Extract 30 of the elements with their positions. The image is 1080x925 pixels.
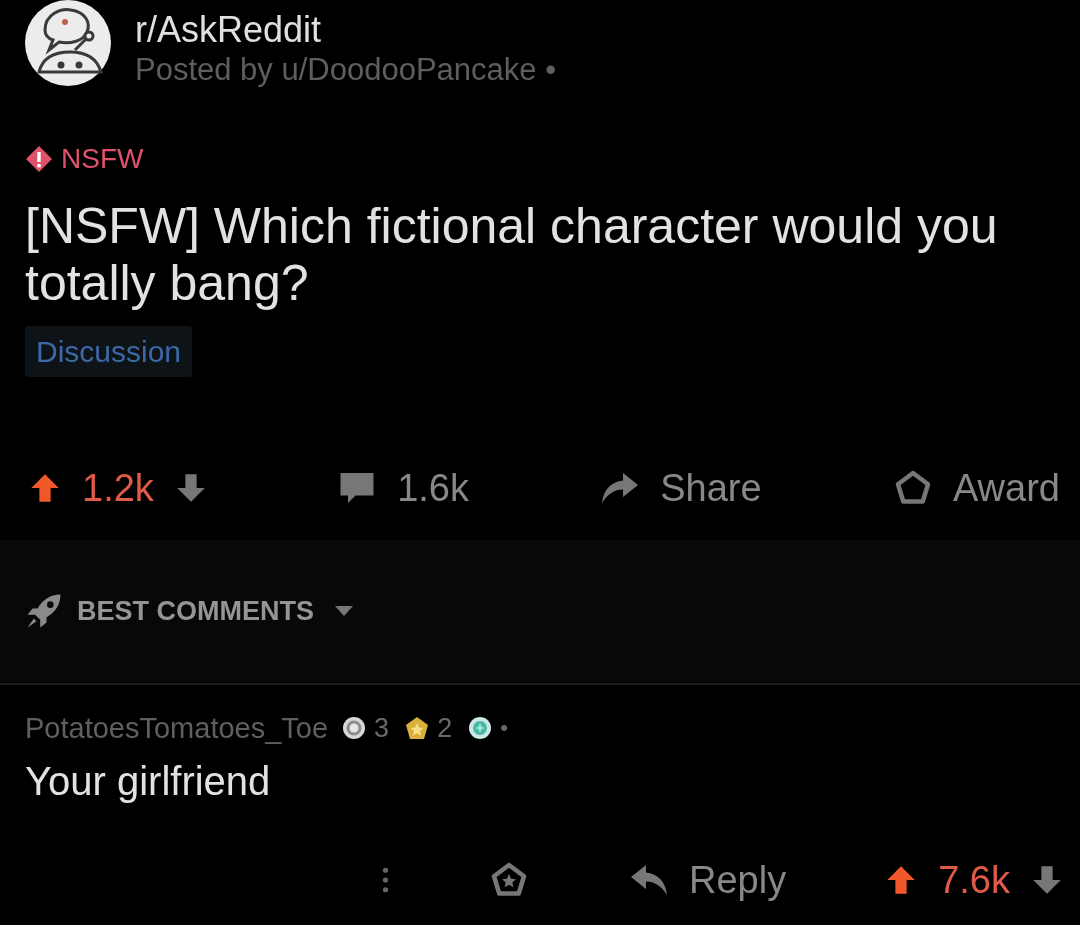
nsfw-tag: NSFW <box>61 143 144 175</box>
upvote-icon[interactable] <box>886 865 917 895</box>
caret-icon <box>334 605 354 617</box>
subreddit-avatar-icon[interactable] <box>25 0 111 86</box>
post-title: [NSFW] Which fictional character would you totally bang? <box>25 198 999 312</box>
subreddit-name[interactable]: r/AskReddit <box>135 10 322 50</box>
medal-award-icon <box>405 716 430 740</box>
discussion-flair[interactable]: Discussion <box>25 326 193 377</box>
vote-count: 1.2k <box>82 466 154 510</box>
vote-count: 7.6k <box>938 858 1010 902</box>
reply-button[interactable]: Reply <box>629 858 787 902</box>
downvote-icon[interactable] <box>175 473 206 503</box>
comment-text: Your girlfriend <box>25 758 271 805</box>
award-count: 2 <box>437 712 453 745</box>
warning-icon <box>25 145 53 173</box>
award-icon[interactable] <box>489 862 529 898</box>
upvote-icon[interactable] <box>30 473 60 503</box>
comments-button[interactable]: 1.6k <box>337 466 469 510</box>
rocket-icon <box>25 592 63 630</box>
sort-button[interactable]: BEST COMMENTS <box>25 592 354 630</box>
award-count: 3 <box>374 712 390 745</box>
comment-author[interactable]: PotatoesTomatoes_Toe <box>25 710 329 746</box>
share-button[interactable]: Share <box>600 466 762 510</box>
award-button[interactable]: Award <box>892 466 1060 510</box>
separator-dot: • <box>500 714 508 742</box>
posted-by-text: Posted by u/DoodooPancake • <box>135 51 557 89</box>
more-options-icon[interactable] <box>382 867 389 893</box>
downvote-icon[interactable] <box>1032 865 1062 895</box>
round-award-icon <box>468 716 493 740</box>
coin-award-icon <box>342 716 367 740</box>
